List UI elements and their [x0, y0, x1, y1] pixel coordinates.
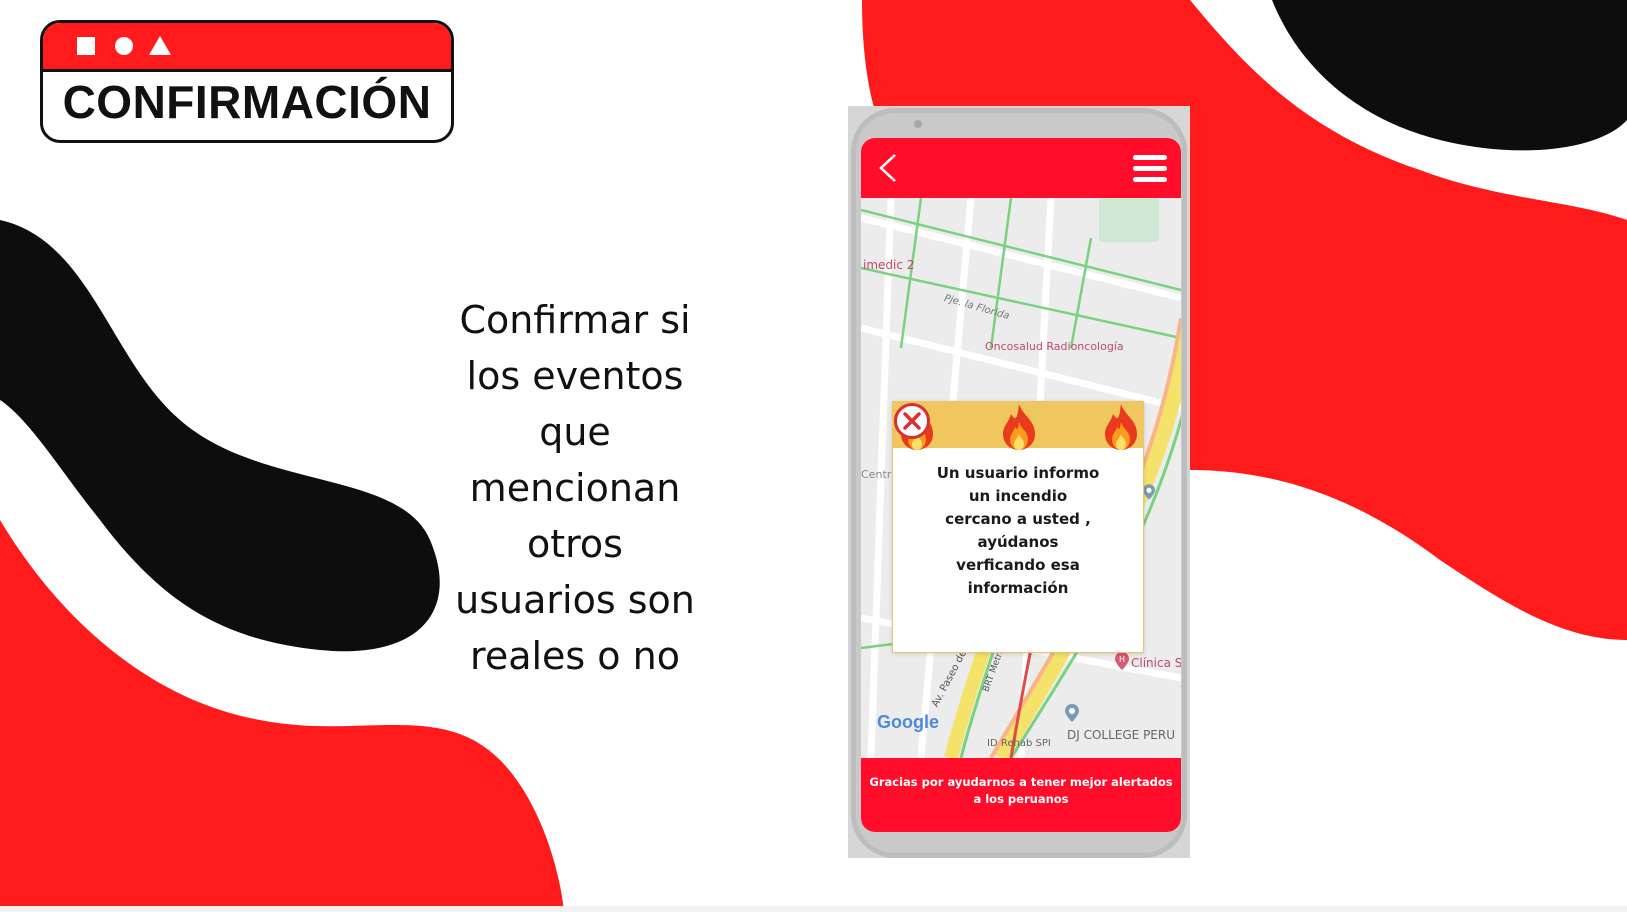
alert-message-line: información	[967, 579, 1069, 597]
alert-message: Un usuario informo un incendio cercano a…	[911, 462, 1125, 600]
slide-bottom-edge	[0, 906, 1627, 912]
place-pin-icon[interactable]	[1143, 484, 1155, 500]
alert-message-line: cercano a usted ,	[945, 510, 1091, 528]
phone-screen: imedic 2 Pje. la Florida Oncosalud Radio…	[861, 138, 1181, 832]
description-line: otros	[527, 522, 623, 566]
map-label-idrehab: ID Rehab SPI	[987, 738, 1051, 749]
description-line: que	[539, 410, 611, 454]
svg-text:H: H	[1119, 655, 1125, 664]
alert-message-line: verficando esa	[956, 556, 1080, 574]
black-blob-left	[0, 220, 440, 652]
footer-line: a los peruanos	[973, 792, 1069, 806]
description-line: los eventos	[466, 354, 684, 398]
hamburger-menu-icon[interactable]	[1133, 155, 1167, 183]
description-line: usuarios son	[455, 578, 695, 622]
map-label-imedic: imedic 2	[863, 258, 915, 272]
triangle-icon	[149, 36, 171, 55]
fire-alert-dialog: Un usuario informo un incendio cercano a…	[892, 401, 1144, 653]
place-pin-icon[interactable]	[1065, 704, 1079, 722]
square-icon	[77, 37, 95, 55]
alert-message-line: ayúdanos	[977, 533, 1059, 551]
alert-message-line: Un usuario informo	[936, 464, 1100, 482]
alert-message-line: un incendio	[968, 487, 1068, 505]
slide-title: CONFIRMACIÓN	[62, 76, 432, 128]
app-footer-banner: Gracias por ayudarnos a tener mejor aler…	[861, 758, 1181, 832]
chevron-left-icon[interactable]	[875, 152, 901, 184]
description-line: reales o no	[470, 634, 680, 678]
map-label-djcollege: DJ COLLEGE PERU	[1067, 728, 1176, 742]
x-circle-icon[interactable]	[893, 402, 931, 440]
fire-icon	[1105, 404, 1137, 450]
map-view[interactable]: imedic 2 Pje. la Florida Oncosalud Radio…	[861, 198, 1181, 758]
fire-icon	[1003, 404, 1035, 450]
circle-icon	[115, 37, 133, 55]
map-label-centr: Centr	[861, 468, 892, 481]
description-line: mencionan	[469, 466, 681, 510]
app-header	[861, 138, 1181, 198]
slide-title-card: CONFIRMACIÓN	[40, 20, 454, 143]
title-window-bar	[43, 23, 451, 72]
map-label-oncosalud: Oncosalud Radioncología	[985, 340, 1124, 353]
slide-description: Confirmar si los eventos que mencionan o…	[430, 292, 720, 684]
google-logo: Google	[877, 712, 939, 732]
footer-line: Gracias por ayudarnos a tener mejor aler…	[869, 775, 1173, 789]
phone-camera-icon	[914, 120, 922, 128]
description-line: Confirmar si	[459, 298, 691, 342]
hospital-pin-icon[interactable]: H	[1115, 652, 1129, 670]
map-label-clinica: Clínica S	[1131, 656, 1181, 670]
